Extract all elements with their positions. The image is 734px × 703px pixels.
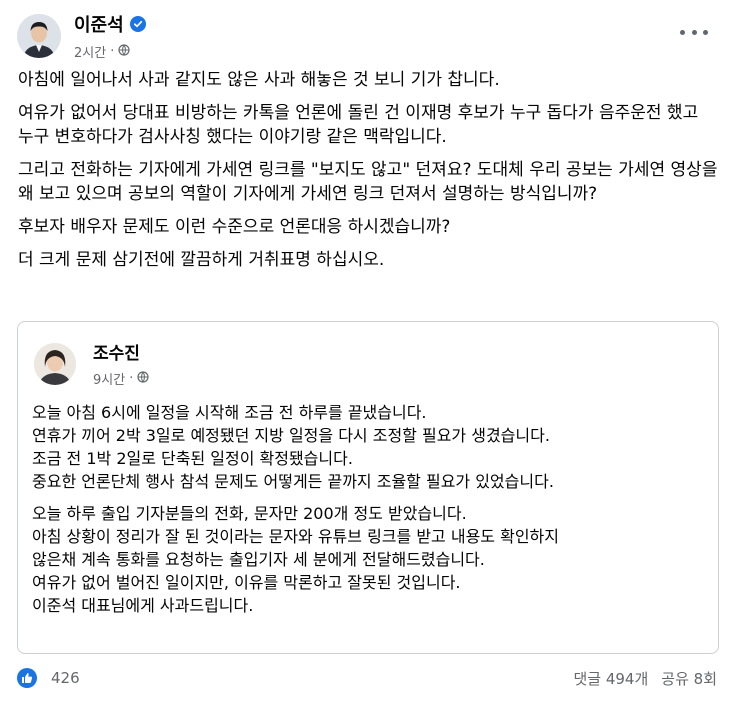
post-paragraph: 아침에 일어나서 사과 같지도 않은 사과 해놓은 것 보니 기가 찹니다. (18, 70, 500, 90)
shared-line: 조금 전 1박 2일로 단축된 일정이 확정됐습니다. (32, 449, 353, 468)
shared-author-avatar[interactable] (34, 342, 76, 385)
globe-icon[interactable] (118, 43, 130, 60)
globe-icon[interactable] (137, 370, 149, 387)
shared-line: 아침 상황이 정리가 잘 된 것이라는 문자와 유튜브 링크를 받고 내용도 확… (32, 527, 559, 546)
shared-line: 연휴가 끼어 2박 3일로 예정됐던 지방 일정을 다시 조정할 필요가 생겼습… (32, 426, 550, 445)
author-name[interactable]: 이준석 (74, 11, 124, 37)
facebook-post: 이준석 2시간 · 아침에 일어나서 사과 같지도 않은 사과 해놓은 것 보니… (0, 0, 734, 703)
post-paragraph: 그리고 전화하는 기자에게 가세연 링크를 "보지도 않고" 던져요? 도대체 … (18, 160, 718, 204)
shared-post-card[interactable]: 조수진 9시간 · 오늘 아침 6시에 일정을 시작해 조금 전 하루를 끝냈습… (17, 321, 719, 654)
shared-line: 여유가 없어 벌어진 일이지만, 이유를 막론하고 잘못된 것입니다. (32, 573, 461, 592)
shared-post-time[interactable]: 9시간 (93, 369, 125, 388)
comment-count[interactable]: 댓글 494개 (573, 668, 648, 689)
shared-line: 않은채 계속 통화를 요청하는 출입기자 세 분에게 전달해드렸습니다. (32, 550, 485, 569)
verified-badge-icon (129, 16, 146, 32)
post-footer: 426 댓글 494개 공유 8회 (17, 664, 717, 692)
share-count[interactable]: 공유 8회 (661, 668, 717, 689)
shared-post-header: 조수진 9시간 · (34, 339, 149, 388)
like-reaction-icon[interactable] (17, 668, 37, 688)
shared-post-body: 오늘 아침 6시에 일정을 시작해 조금 전 하루를 끝냈습니다. 연휴가 끼어… (32, 401, 712, 626)
shared-line: 이준석 대표님에게 사과드립니다. (32, 596, 254, 615)
more-options-icon[interactable] (680, 24, 708, 40)
shared-line: 오늘 하루 출입 기자분들의 전화, 문자만 200개 정도 받았습니다. (32, 504, 467, 523)
shared-line: 중요한 언론단체 행사 참석 문제도 어떻게든 끝까지 조율할 필요가 있었습니… (32, 472, 554, 491)
post-paragraph: 더 크게 문제 삼기전에 깔끔하게 거취표명 하십시오. (18, 250, 385, 270)
post-body: 아침에 일어나서 사과 같지도 않은 사과 해놓은 것 보니 기가 찹니다. 여… (18, 68, 718, 281)
author-avatar[interactable] (17, 14, 61, 58)
shared-paragraph: 오늘 아침 6시에 일정을 시작해 조금 전 하루를 끝냈습니다. 연휴가 끼어… (32, 401, 712, 493)
reaction-count[interactable]: 426 (51, 669, 80, 687)
shared-line: 오늘 아침 6시에 일정을 시작해 조금 전 하루를 끝냈습니다. (32, 403, 427, 422)
post-time[interactable]: 2시간 (74, 42, 106, 61)
post-paragraph: 여유가 없어서 당대표 비방하는 카톡을 언론에 돌린 건 이재명 후보가 누구… (18, 103, 699, 147)
shared-paragraph: 오늘 하루 출입 기자분들의 전화, 문자만 200개 정도 받았습니다. 아침… (32, 502, 712, 617)
post-header: 이준석 2시간 · (17, 11, 146, 61)
post-paragraph: 후보자 배우자 문제도 이런 수준으로 언론대응 하시겠습니까? (18, 217, 451, 237)
shared-author-name[interactable]: 조수진 (93, 339, 149, 364)
